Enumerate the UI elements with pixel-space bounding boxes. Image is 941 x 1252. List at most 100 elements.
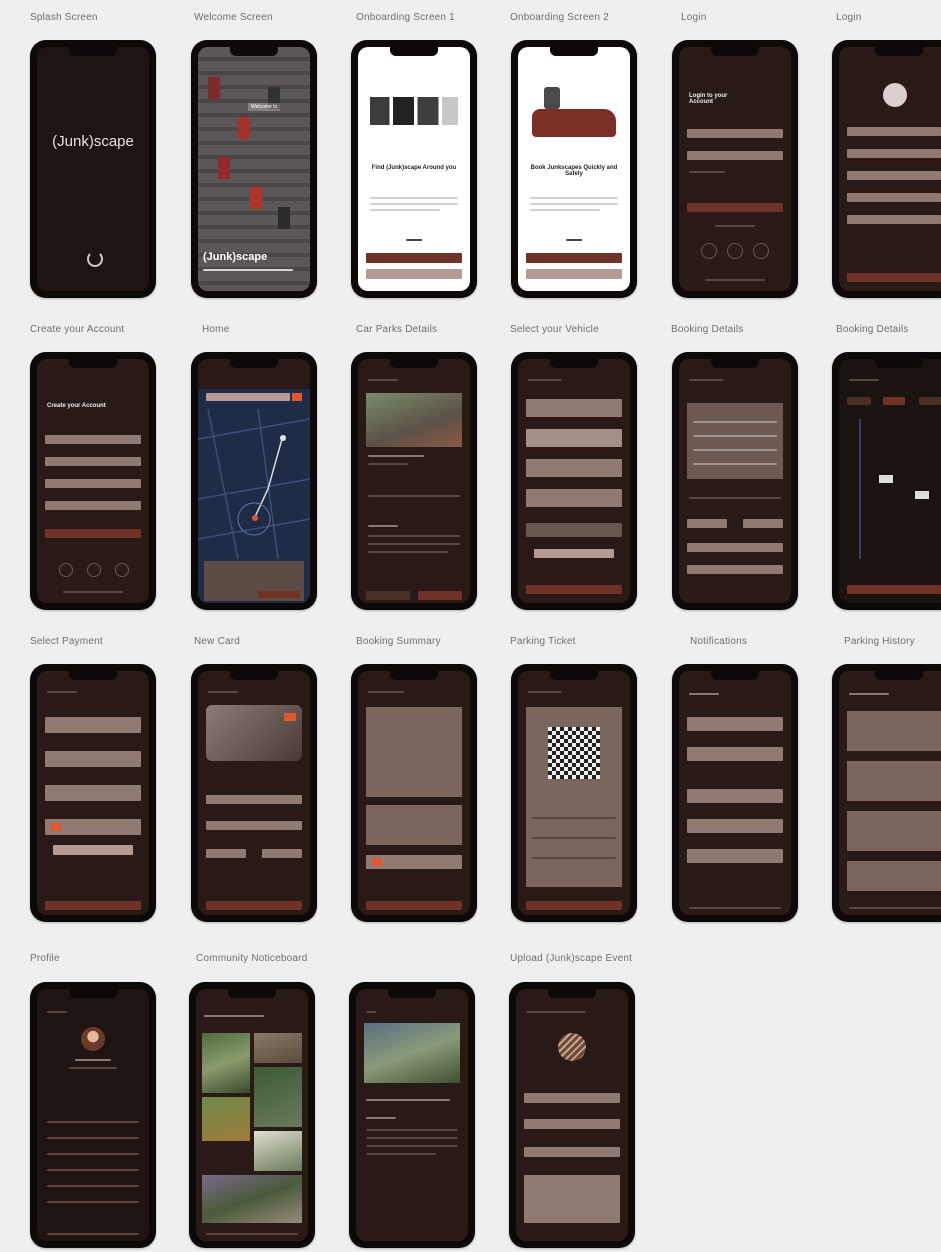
map-pin-icon[interactable] (280, 435, 286, 441)
email-field[interactable] (687, 129, 783, 138)
notification-item[interactable] (687, 849, 783, 863)
menu-item-edit-profile[interactable] (47, 1121, 139, 1123)
upload-image-icon[interactable] (558, 1033, 586, 1061)
vehicle-option[interactable] (526, 459, 622, 477)
phone-field[interactable] (847, 193, 941, 202)
phone-login-1[interactable]: Login to your Account (672, 40, 798, 298)
back-button[interactable] (368, 691, 404, 693)
add-card-button[interactable] (206, 901, 302, 910)
event-photo[interactable] (202, 1175, 302, 1223)
facebook-icon[interactable] (701, 243, 717, 259)
event-photo[interactable] (254, 1131, 302, 1171)
add-new-card-button[interactable] (53, 845, 133, 855)
menu-item-notifications[interactable] (47, 1137, 139, 1139)
car-slot-icon[interactable] (879, 475, 893, 483)
history-card[interactable] (847, 861, 941, 891)
gender-field[interactable] (847, 215, 941, 224)
event-photo[interactable] (202, 1033, 250, 1093)
name-field[interactable] (45, 435, 141, 444)
menu-item-language[interactable] (47, 1185, 139, 1187)
vehicle-option-selected[interactable] (526, 429, 622, 447)
back-button[interactable] (366, 1011, 376, 1013)
start-time-field[interactable] (687, 519, 727, 528)
parking-type-field[interactable] (687, 565, 783, 574)
history-card[interactable] (847, 761, 941, 801)
phone-new-card[interactable] (191, 664, 317, 922)
phone-profile[interactable] (30, 982, 156, 1248)
phone-onboarding-1[interactable]: Find (Junk)scape Around you (351, 40, 477, 298)
phone-parking-ticket[interactable] (511, 664, 637, 922)
event-photo[interactable] (254, 1033, 302, 1063)
history-card[interactable] (847, 711, 941, 751)
sign-up-button[interactable] (45, 529, 141, 538)
history-card[interactable] (847, 811, 941, 851)
phone-booking-details-1[interactable] (672, 352, 798, 610)
cvv-field[interactable] (262, 849, 302, 858)
event-photo[interactable] (254, 1067, 302, 1127)
phone-notifications[interactable] (672, 664, 798, 922)
description-field[interactable] (524, 1175, 620, 1223)
address-field[interactable] (524, 1119, 620, 1129)
name-field[interactable] (847, 127, 941, 136)
phone-car-parks-details[interactable] (351, 352, 477, 610)
menu-item-logout[interactable] (47, 1201, 139, 1203)
apple-pay-option[interactable] (45, 785, 141, 801)
vehicle-option[interactable] (526, 399, 622, 417)
duration-slider[interactable] (689, 497, 781, 499)
phone-select-payment[interactable] (30, 664, 156, 922)
add-new-vehicle-button[interactable] (534, 549, 614, 558)
continue-button[interactable] (847, 273, 941, 282)
phone-parking-history[interactable] (832, 664, 941, 922)
card-name-field[interactable] (206, 795, 302, 804)
card-number-field[interactable] (206, 821, 302, 830)
back-button[interactable] (849, 379, 879, 381)
back-button[interactable] (528, 691, 562, 693)
add-vehicle-button[interactable] (526, 523, 622, 537)
skip-button[interactable] (526, 269, 622, 279)
search-input[interactable] (206, 393, 290, 401)
end-time-field[interactable] (743, 519, 783, 528)
back-button[interactable] (368, 379, 398, 381)
bottom-nav[interactable] (47, 1233, 139, 1235)
password-field[interactable] (687, 151, 783, 160)
email-field[interactable] (45, 457, 141, 466)
sign-in-link[interactable] (63, 591, 123, 593)
book-button[interactable] (258, 591, 300, 598)
next-button[interactable] (366, 253, 462, 263)
paypal-option[interactable] (45, 717, 141, 733)
remember-me[interactable] (689, 171, 725, 173)
avatar[interactable] (81, 1027, 105, 1051)
floor-tab-selected[interactable] (883, 397, 905, 405)
avatar-icon[interactable] (883, 83, 907, 107)
confirm-password-field[interactable] (45, 501, 141, 510)
car-slot-icon[interactable] (915, 491, 929, 499)
menu-item-payment[interactable] (47, 1153, 139, 1155)
nickname-field[interactable] (847, 149, 941, 158)
sign-in-button[interactable] (687, 203, 783, 212)
google-icon[interactable] (87, 563, 101, 577)
confirm-payment-button[interactable] (366, 901, 462, 910)
dob-field[interactable] (847, 171, 941, 180)
navigate-button[interactable] (526, 901, 622, 910)
phone-create-account[interactable]: Create your Account (30, 352, 156, 610)
notification-item[interactable] (687, 747, 783, 761)
event-photo[interactable] (202, 1097, 250, 1141)
phone-login-2[interactable] (832, 40, 941, 298)
cancel-button[interactable] (366, 591, 410, 600)
map[interactable] (198, 409, 310, 559)
apple-icon[interactable] (753, 243, 769, 259)
continue-button[interactable] (526, 585, 622, 594)
bottom-nav[interactable] (206, 1233, 298, 1235)
phone-booking-details-2[interactable] (832, 352, 941, 610)
sign-up-link[interactable] (705, 279, 765, 281)
phone-community-noticeboard[interactable] (189, 982, 315, 1248)
filter-button[interactable] (292, 393, 302, 401)
map-pin-icon[interactable] (252, 515, 258, 521)
google-pay-option[interactable] (45, 751, 141, 767)
notification-item[interactable] (687, 819, 783, 833)
bottom-nav[interactable] (689, 907, 781, 909)
notification-item[interactable] (687, 717, 783, 731)
phone-onboarding-2[interactable]: Book Junkscapes Quickly and Safely (511, 40, 637, 298)
notification-item[interactable] (687, 789, 783, 803)
google-icon[interactable] (727, 243, 743, 259)
